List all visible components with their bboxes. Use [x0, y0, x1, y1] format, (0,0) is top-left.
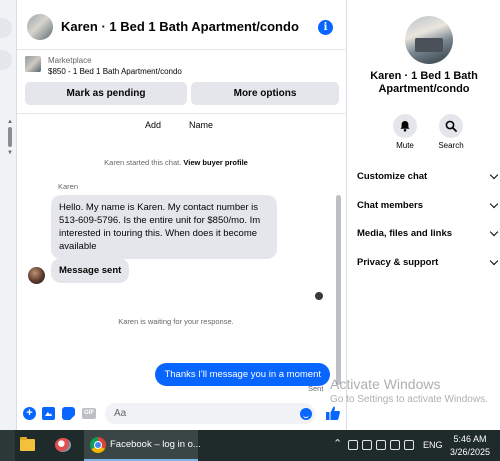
display-icon[interactable]: [390, 440, 400, 450]
section-privacy-support[interactable]: Privacy & support: [357, 253, 499, 273]
sender-name: Karen: [58, 182, 79, 191]
emoji-icon[interactable]: [300, 408, 312, 420]
profile-picture[interactable]: [405, 16, 453, 64]
background-page-strip: ▲ ▼: [0, 0, 17, 430]
system-tray-icons: [348, 440, 416, 452]
search-icon: [445, 120, 457, 132]
message-input[interactable]: [105, 403, 315, 424]
section-chat-members[interactable]: Chat members: [357, 196, 499, 216]
info-icon[interactable]: i: [318, 20, 333, 35]
name-action[interactable]: Name: [189, 120, 213, 130]
scroll-thumb[interactable]: [8, 127, 12, 147]
chat-title[interactable]: Karen · 1 Bed 1 Bath Apartment/condo: [61, 19, 299, 34]
listing-thumbnail[interactable]: [25, 56, 41, 72]
listing-card: Marketplace $850 - 1 Bed 1 Bath Apartmen…: [17, 51, 347, 114]
profile-name: Karen · 1 Bed 1 Bath Apartment/condo: [370, 70, 478, 95]
section-label: Chat members: [357, 200, 423, 211]
chrome-taskbar-button[interactable]: Facebook – log in o...: [84, 430, 201, 461]
chat-info-panel: Karen · 1 Bed 1 Bath Apartment/condo Mut…: [348, 0, 500, 430]
network-icon[interactable]: [348, 440, 358, 450]
mark-as-pending-button[interactable]: Mark as pending: [25, 82, 187, 105]
keyboard-icon[interactable]: [404, 440, 414, 450]
waiting-notice: Karen is waiting for your response.: [118, 317, 234, 326]
battery-icon[interactable]: [362, 440, 372, 450]
chevron-down-icon: [489, 256, 499, 266]
view-buyer-profile-link[interactable]: View buyer profile: [183, 158, 247, 167]
volume-icon[interactable]: [376, 440, 386, 450]
bell-icon: [400, 121, 410, 132]
taskbar-window-title: Facebook – log in o...: [110, 439, 201, 450]
scroll-down-icon[interactable]: ▼: [6, 149, 14, 157]
photo-icon[interactable]: [42, 407, 55, 420]
sent-status: Sent: [308, 384, 324, 393]
sticker-icon[interactable]: [62, 407, 75, 420]
pinned-app-icon[interactable]: [55, 438, 71, 452]
chat-scrollbar[interactable]: [335, 195, 342, 385]
file-explorer-icon[interactable]: [20, 437, 35, 451]
mute-button[interactable]: [393, 114, 417, 138]
clock-date[interactable]: 3/26/2025: [448, 447, 492, 457]
chevron-up-icon[interactable]: ⌃: [333, 437, 342, 450]
activation-watermark-title: Activate Windows: [330, 376, 441, 392]
message-thread: Add Name Karen started this chat. View b…: [17, 115, 347, 393]
chevron-down-icon: [489, 170, 499, 180]
start-button[interactable]: [0, 430, 15, 461]
clock-time[interactable]: 5:46 AM: [448, 434, 492, 444]
message-composer: + GIF: [17, 399, 347, 427]
add-action[interactable]: Add: [145, 120, 161, 130]
read-receipt-avatar: [315, 292, 323, 300]
more-options-button[interactable]: More options: [191, 82, 339, 105]
listing-title[interactable]: $850 - 1 Bed 1 Bath Apartment/condo: [48, 67, 182, 76]
mute-label: Mute: [396, 141, 414, 150]
background-avatar: [0, 50, 12, 70]
chat-panel: Karen · 1 Bed 1 Bath Apartment/condo i M…: [17, 0, 347, 430]
outgoing-message[interactable]: Thanks I'll message you in a moment: [155, 363, 330, 386]
listing-avatar[interactable]: [27, 14, 53, 40]
section-label: Customize chat: [357, 171, 428, 182]
incoming-message[interactable]: Hello. My name is Karen. My contact numb…: [51, 195, 277, 259]
chat-started-notice: Karen started this chat. View buyer prof…: [17, 158, 335, 167]
screen: ▲ ▼ Karen · 1 Bed 1 Bath Apartment/condo…: [0, 0, 500, 461]
chevron-down-icon: [489, 199, 499, 209]
section-media-files-links[interactable]: Media, files and links: [357, 224, 499, 244]
section-label: Privacy & support: [357, 257, 439, 268]
background-avatar: [0, 18, 12, 38]
background-scrollbar[interactable]: ▲ ▼: [6, 118, 14, 158]
thumbs-up-icon[interactable]: [325, 405, 341, 421]
chrome-icon: [90, 437, 106, 453]
chevron-down-icon: [489, 227, 499, 237]
plus-icon[interactable]: +: [23, 407, 36, 420]
sender-avatar[interactable]: [28, 267, 45, 284]
taskbar: Facebook – log in o... ⌃ ENG 5:46 AM 3/2…: [0, 430, 500, 461]
listing-source-label: Marketplace: [48, 56, 92, 65]
search-button[interactable]: [439, 114, 463, 138]
chat-started-text: Karen started this chat.: [104, 158, 182, 167]
section-customize-chat[interactable]: Customize chat: [357, 167, 499, 187]
activation-watermark-subtitle: Go to Settings to activate Windows.: [330, 394, 488, 405]
search-label: Search: [438, 141, 464, 150]
gif-icon[interactable]: GIF: [82, 408, 96, 419]
scroll-up-icon[interactable]: ▲: [6, 118, 14, 126]
section-label: Media, files and links: [357, 228, 453, 239]
chat-scroll-thumb[interactable]: [336, 195, 341, 385]
language-indicator[interactable]: ENG: [423, 440, 443, 450]
incoming-message[interactable]: Message sent: [51, 258, 130, 283]
chat-header: Karen · 1 Bed 1 Bath Apartment/condo i: [17, 0, 347, 50]
